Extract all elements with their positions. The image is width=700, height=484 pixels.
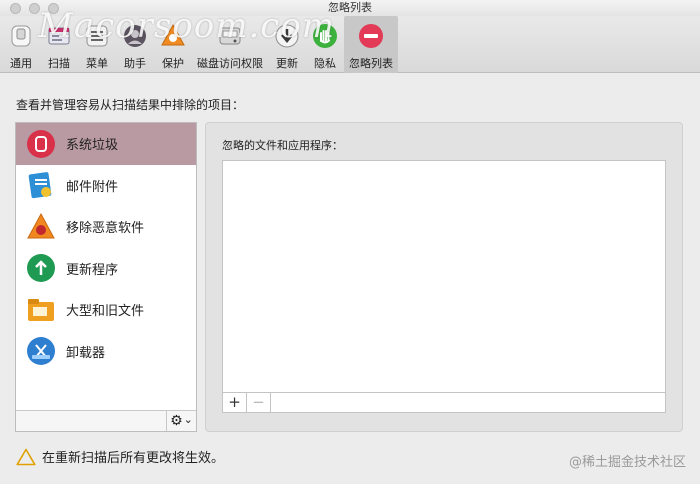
module-list-footer: ⚙ ⌄ [16,410,196,431]
window-title: 忽略列表 [328,1,372,14]
tab-label: 更新 [276,57,298,70]
sidebar-item-label: 系统垃圾 [66,138,119,154]
tab-label: 菜单 [86,57,108,70]
updater-icon [26,253,56,283]
action-menu-button[interactable]: ⚙ ⌄ [166,411,196,431]
ignored-items-panel: 忽略的文件和应用程序： + − [205,122,683,432]
source-credit: @稀土掘金技术社区 [568,455,686,470]
warning-icon [16,448,36,465]
tab-disk-access[interactable]: 磁盘访问权限 [192,16,268,73]
preferences-toolbar: 通用 扫描 菜单 助手 保护 磁盘访问权限 更新 隐私 忽略列表 [0,16,700,73]
tab-label: 助手 [124,57,146,70]
chevron-down-icon: ⌄ [183,413,193,426]
tab-label: 磁盘访问权限 [197,57,263,70]
tab-menu[interactable]: 菜单 [78,16,116,73]
sidebar-item-label: 邮件附件 [66,179,119,195]
disk-access-icon [216,22,244,50]
malware-removal-icon [26,212,56,242]
sidebar-item-updater[interactable]: 更新程序 [16,248,196,290]
assistant-icon [121,22,149,50]
title-bar: 忽略列表 [0,0,700,16]
tab-scan[interactable]: 扫描 [40,16,78,73]
tab-ignore-list[interactable]: 忽略列表 [344,16,398,73]
tab-protection[interactable]: 保护 [154,16,192,73]
sidebar-item-label: 卸载器 [66,345,106,361]
tab-general[interactable]: 通用 [2,16,40,73]
tab-privacy[interactable]: 隐私 [306,16,344,73]
sidebar-item-uninstaller[interactable]: 卸载器 [16,331,196,373]
sidebar-item-malware-removal[interactable]: 移除恶意软件 [16,206,196,248]
add-item-button[interactable]: + [223,393,247,412]
protection-icon [159,22,187,50]
page-description: 查看并管理容易从扫描结果中排除的项目： [16,98,245,112]
window-controls [10,3,59,14]
sidebar-item-label: 大型和旧文件 [66,304,145,320]
general-switch-icon [7,22,35,50]
gear-icon: ⚙ [170,413,183,429]
menu-icon [83,22,111,50]
tab-label: 通用 [10,57,32,70]
sidebar-item-label: 移除恶意软件 [66,221,145,237]
tab-label: 扫描 [48,57,70,70]
large-old-files-icon [26,295,56,325]
tab-label: 忽略列表 [349,57,393,70]
system-junk-icon [26,129,56,159]
notice-text: 在重新扫描后所有更改将生效。 [42,451,225,466]
remove-item-button[interactable]: − [247,393,271,412]
sidebar-item-system-junk[interactable]: 系统垃圾 [16,123,196,165]
update-icon [273,22,301,50]
zoom-window-button[interactable] [48,3,59,14]
sidebar-item-mail-attachments[interactable]: 邮件附件 [16,165,196,207]
sidebar-item-label: 更新程序 [66,262,119,278]
minimize-window-button[interactable] [29,3,40,14]
scan-icon [45,22,73,50]
ignored-files-list[interactable] [222,160,666,393]
tab-assistant[interactable]: 助手 [116,16,154,73]
uninstaller-icon [26,336,56,366]
tab-label: 保护 [162,57,184,70]
mail-attachments-icon [26,170,56,200]
module-list: 系统垃圾 邮件附件 移除恶意软件 更新程序 大型和旧文件 卸载器 ⚙ ⌄ [15,122,197,432]
privacy-hand-icon [311,22,339,50]
close-window-button[interactable] [10,3,21,14]
panel-title: 忽略的文件和应用程序： [222,139,343,152]
tab-update[interactable]: 更新 [268,16,306,73]
sidebar-item-large-old-files[interactable]: 大型和旧文件 [16,289,196,331]
tab-label: 隐私 [314,57,336,70]
rescan-notice: 在重新扫描后所有更改将生效。 [16,447,224,466]
ignore-list-icon [357,22,385,50]
list-controls: + − [222,393,666,413]
